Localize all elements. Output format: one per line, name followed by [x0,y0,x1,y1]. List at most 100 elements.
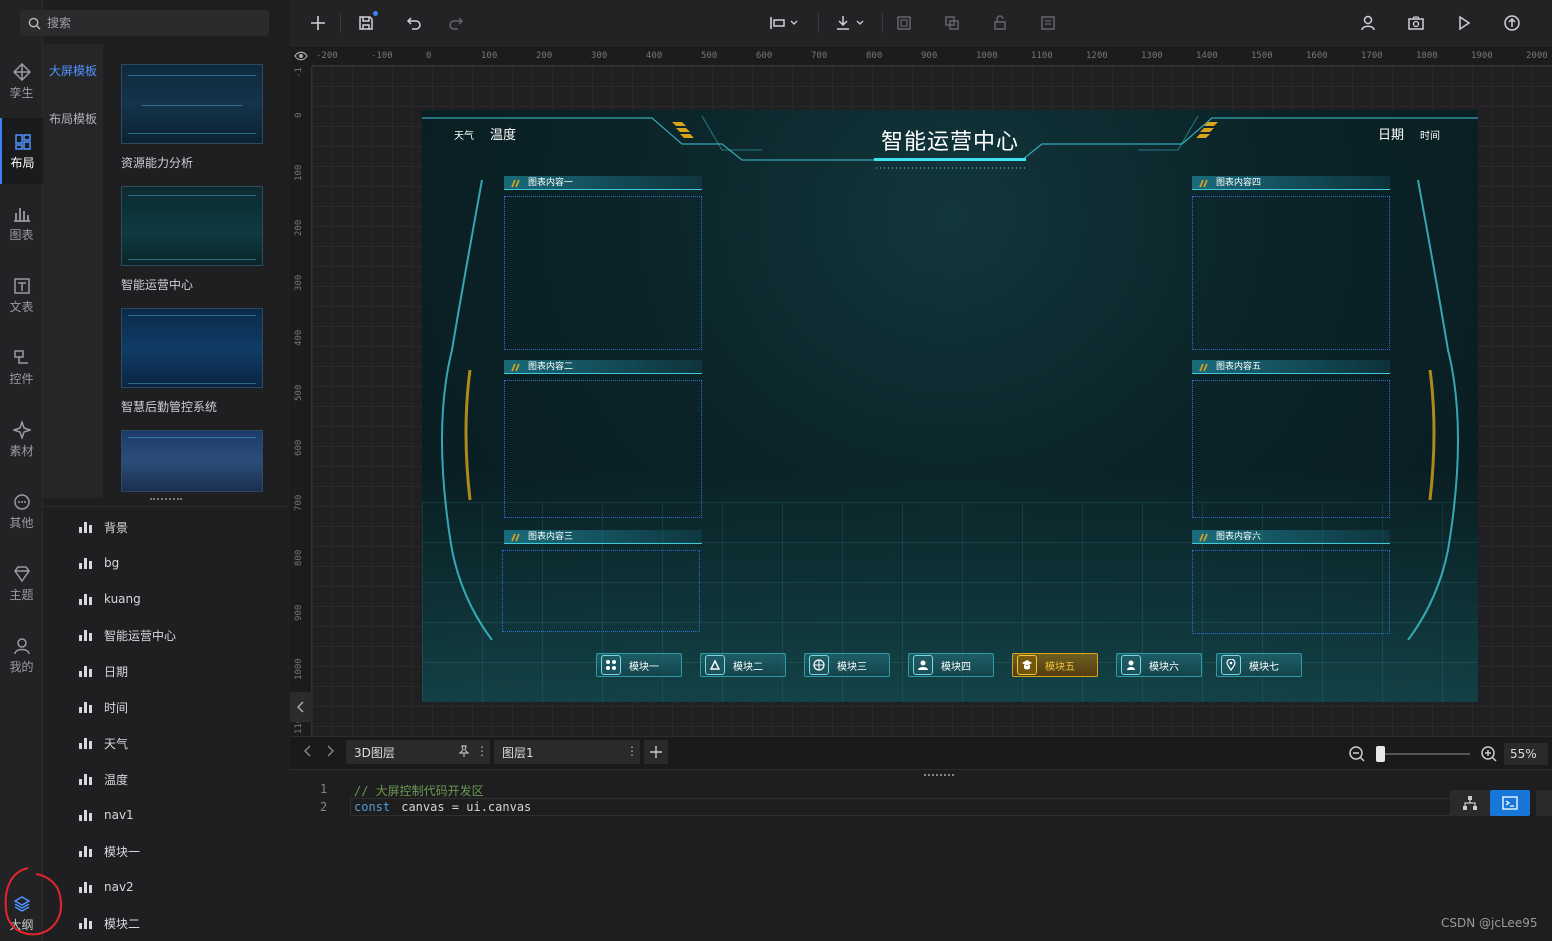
dashboard-preview[interactable]: 智能运营中心 天气 温度 日期 时间 图表内容一 图表内容二 图表内容三 图表内… [422,110,1478,702]
undo-button[interactable] [402,11,426,35]
collapse-panel-button[interactable] [290,692,312,722]
ruler-label: 1000 [294,658,304,680]
template-card[interactable]: 智能运营中心 [121,186,265,308]
ruler-label: 1700 [1361,51,1383,61]
zoom-value[interactable]: 55% [1504,743,1548,765]
visibility-toggle[interactable] [290,46,312,66]
rail-item-chart[interactable]: 图表 [0,190,43,256]
ruler-label: -200 [316,51,338,61]
template-category-bigscreen[interactable]: 大屏模板 [43,44,103,92]
more-icon [13,494,30,510]
layer-label: nav1 [104,808,134,822]
pin-icon[interactable] [458,745,470,757]
group-button[interactable] [892,11,916,35]
module-button[interactable]: 模块二 [700,653,786,677]
editor-resize-handle[interactable] [924,774,954,776]
ruler-label: 1300 [1141,51,1163,61]
layer-item[interactable]: 天气 [79,733,128,753]
module-button[interactable]: 模块七 [1216,653,1302,677]
module-button[interactable]: 模块三 [804,653,890,677]
rail-item-material[interactable]: 素材 [0,406,43,472]
chart-panel[interactable] [1192,550,1390,634]
layer-item[interactable]: nav1 [79,805,134,825]
rail-item-outline[interactable]: 大纲 [0,880,43,941]
publish-button[interactable] [1500,11,1524,35]
tab-more-icon[interactable]: ⋮ [626,744,638,758]
module-button[interactable]: 模块一 [596,653,682,677]
user-icon [1361,15,1375,31]
search-box[interactable] [20,10,269,36]
layer-item[interactable]: 背景 [79,517,128,537]
add-button[interactable] [306,11,330,35]
layer-item[interactable]: 智能运营中心 [79,625,176,645]
note-button[interactable] [1036,11,1060,35]
ruler-label: 100 [481,51,498,61]
tab-more-icon[interactable]: ⋮ [476,744,488,758]
layer-item[interactable]: 时间 [79,697,128,717]
module-button[interactable]: 模块四 [908,653,994,677]
save-button[interactable] [354,11,378,35]
layer-item[interactable]: kuang [79,589,141,609]
search-input[interactable] [47,16,247,30]
layer-item[interactable]: bg [79,553,119,573]
editor-terminal-button[interactable] [1490,790,1530,816]
bar-chart-icon [79,665,93,677]
user-button[interactable] [1356,11,1380,35]
rail-item-other[interactable]: 其他 [0,478,43,544]
design-canvas[interactable]: 智能运营中心 天气 温度 日期 时间 图表内容一 图表内容二 图表内容三 图表内… [312,66,1552,736]
align-dropdown[interactable] [764,11,804,35]
bar-chart-icon [79,881,93,893]
ruler-label: 700 [811,51,828,61]
chart-panel[interactable] [502,550,700,632]
layer-item[interactable]: 温度 [79,769,128,789]
tab-prev-button[interactable] [300,743,316,759]
template-card[interactable]: 智慧后勤管控系统 [121,308,265,430]
zoom-slider-thumb[interactable] [1376,746,1385,762]
template-card[interactable]: 资源能力分析 [121,64,265,186]
template-thumbnail [121,64,263,144]
layer-item[interactable]: nav2 [79,877,134,897]
rail-item-mine[interactable]: 我的 [0,622,43,688]
panel-resize-handle[interactable] [150,498,182,501]
chart-panel[interactable] [1192,196,1390,350]
module-button[interactable]: 模块六 [1116,653,1202,677]
zoom-in-icon[interactable] [1480,745,1498,763]
add-tab-button[interactable] [644,740,668,764]
ruler-label: 400 [294,329,304,346]
code-editor[interactable]: 1 2 // 大屏控制代码开发区 const canvas = ui.canva… [290,770,1552,941]
template-category-layout[interactable]: 布局模板 [43,92,103,140]
rail-item-twin[interactable]: 孪生 [0,48,43,114]
bar-chart-icon [79,593,93,605]
ungroup-button[interactable] [940,11,964,35]
snapshot-button[interactable] [1404,11,1428,35]
redo-button[interactable] [444,11,468,35]
zoom-slider-track[interactable] [1376,753,1470,755]
chart-panel[interactable] [1192,380,1390,518]
editor-extra-button[interactable] [1536,790,1552,816]
download-dropdown[interactable] [830,11,870,35]
time-label: 时间 [1420,131,1440,142]
layer-item[interactable]: 日期 [79,661,128,681]
ruler-label: 200 [536,51,553,61]
chart-panel[interactable] [504,196,702,350]
tab-3d-layer[interactable]: 3D图层 ⋮ [346,740,490,764]
layer-label: 日期 [104,664,129,679]
tab-next-button[interactable] [322,743,338,759]
module-button[interactable]: 模块五 [1012,653,1098,677]
template-name: 智能运营中心 [121,278,194,292]
date-label: 日期 [1378,128,1405,143]
lock-button[interactable] [988,11,1012,35]
rail-item-label: 主题 [9,588,34,602]
rail-item-theme[interactable]: 主题 [0,550,43,616]
tab-layer-1[interactable]: 图层1 ⋮ [494,740,640,764]
chart-panel[interactable] [504,380,702,518]
layer-item[interactable]: 模块一 [79,841,140,861]
preview-button[interactable] [1452,11,1476,35]
zoom-out-icon[interactable] [1348,745,1366,763]
rail-item-control[interactable]: 控件 [0,334,43,400]
layer-item[interactable]: 模块二 [79,913,140,933]
rail-item-text[interactable]: 文表 [0,262,43,328]
line-number: 1 [320,782,328,796]
editor-structure-button[interactable] [1450,790,1490,816]
rail-item-layout[interactable]: 布局 [0,118,43,184]
